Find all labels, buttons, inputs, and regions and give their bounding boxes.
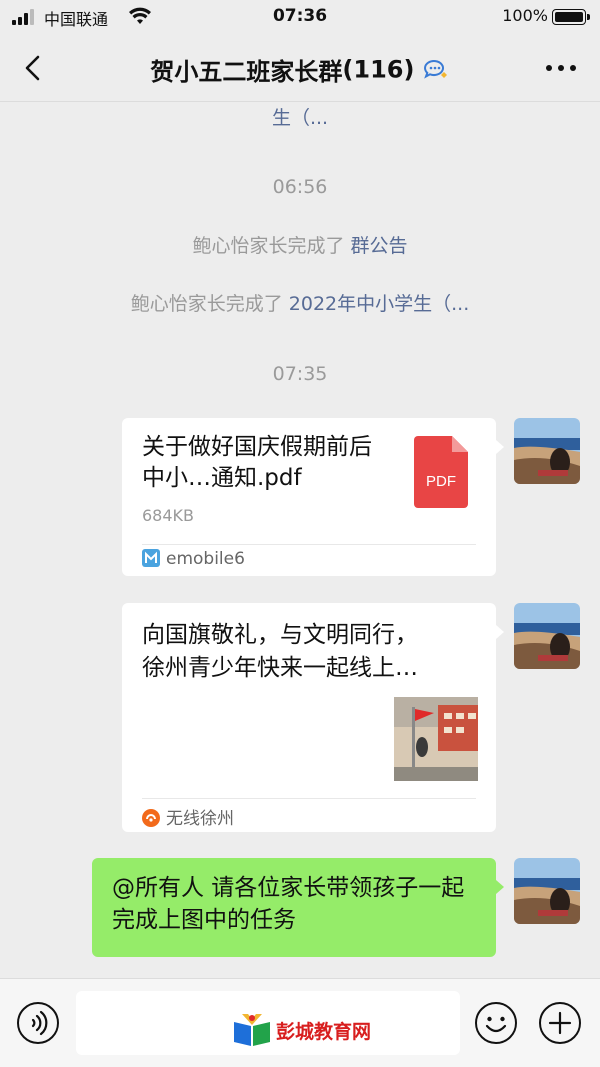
chat-area[interactable]: 生（... 06:56 鲍心怡家长完成了 群公告 鲍心怡家长完成了 2022年中… — [0, 103, 600, 978]
file-message-card[interactable]: 关于做好国庆假期前后中小…通知.pdf PDF 684KB emobile6 — [122, 418, 504, 576]
chat-header: 贺小五二班家长群(116) — [0, 34, 600, 102]
timestamp: 07:35 — [272, 363, 328, 385]
watermark: 彭城教育网 — [232, 1012, 371, 1052]
pdf-file-icon: PDF — [414, 436, 468, 508]
emoji-icon[interactable] — [474, 1001, 518, 1045]
group-name: 贺小五二班家长群 — [150, 58, 343, 86]
timestamp: 06:56 — [272, 176, 328, 198]
avatar[interactable] — [514, 418, 580, 484]
plus-icon[interactable] — [538, 1001, 582, 1045]
battery-icon — [552, 9, 590, 25]
status-bar: 中国联通 07:36 100% — [0, 0, 600, 34]
emobile-icon — [142, 549, 160, 567]
group-chat-icon — [423, 59, 447, 79]
file-title: 关于做好国庆假期前后中小…通知.pdf — [142, 434, 372, 491]
avatar[interactable] — [514, 858, 580, 924]
system-message: 鲍心怡家长完成了 群公告 — [0, 231, 600, 258]
system-message-link[interactable]: 生（... — [272, 107, 328, 129]
system-message: 鲍心怡家长完成了 2022年中小学生（... — [0, 289, 600, 316]
file-source-label: emobile6 — [166, 549, 245, 569]
link-thumbnail — [394, 697, 478, 781]
avatar-image — [514, 858, 580, 924]
system-message-link[interactable]: 2022年中小学生（... — [289, 293, 469, 315]
system-message-link[interactable]: 群公告 — [351, 235, 408, 257]
link-source-label: 无线徐州 — [166, 809, 234, 829]
card-divider — [142, 544, 476, 545]
book-logo-icon — [234, 1014, 270, 1046]
system-message-text: 鲍心怡家长完成了 — [130, 293, 289, 315]
link-message-card[interactable]: 向国旗敬礼，与文明同行， 徐州青少年快来一起线上… 无线徐州 — [122, 603, 504, 832]
svg-text:PDF: PDF — [426, 473, 456, 490]
link-source: 无线徐州 — [142, 804, 234, 829]
file-source: emobile6 — [142, 549, 245, 569]
battery-percent: 100% — [502, 6, 548, 25]
system-message-text: 鲍心怡家长完成了 — [192, 235, 351, 257]
link-title-line2: 徐州青少年快来一起线上… — [142, 655, 418, 681]
system-message-partial: 生（... — [0, 103, 600, 130]
link-title-line1: 向国旗敬礼，与文明同行， — [142, 622, 418, 648]
voice-icon[interactable] — [16, 1001, 60, 1045]
text-message-bubble[interactable]: @所有人 请各位家长带领孩子一起完成上图中的任务 — [92, 858, 504, 957]
watermark-text: 彭城教育网 — [276, 1020, 372, 1043]
avatar-image — [514, 418, 580, 484]
avatar-image — [514, 603, 580, 669]
file-size: 684KB — [142, 506, 195, 525]
wuxian-xuzhou-icon — [142, 809, 160, 827]
member-count: (116) — [342, 55, 415, 84]
card-divider — [142, 798, 476, 799]
avatar[interactable] — [514, 603, 580, 669]
chat-title: 贺小五二班家长群(116) — [0, 52, 600, 87]
more-dots-icon[interactable] — [544, 58, 578, 78]
